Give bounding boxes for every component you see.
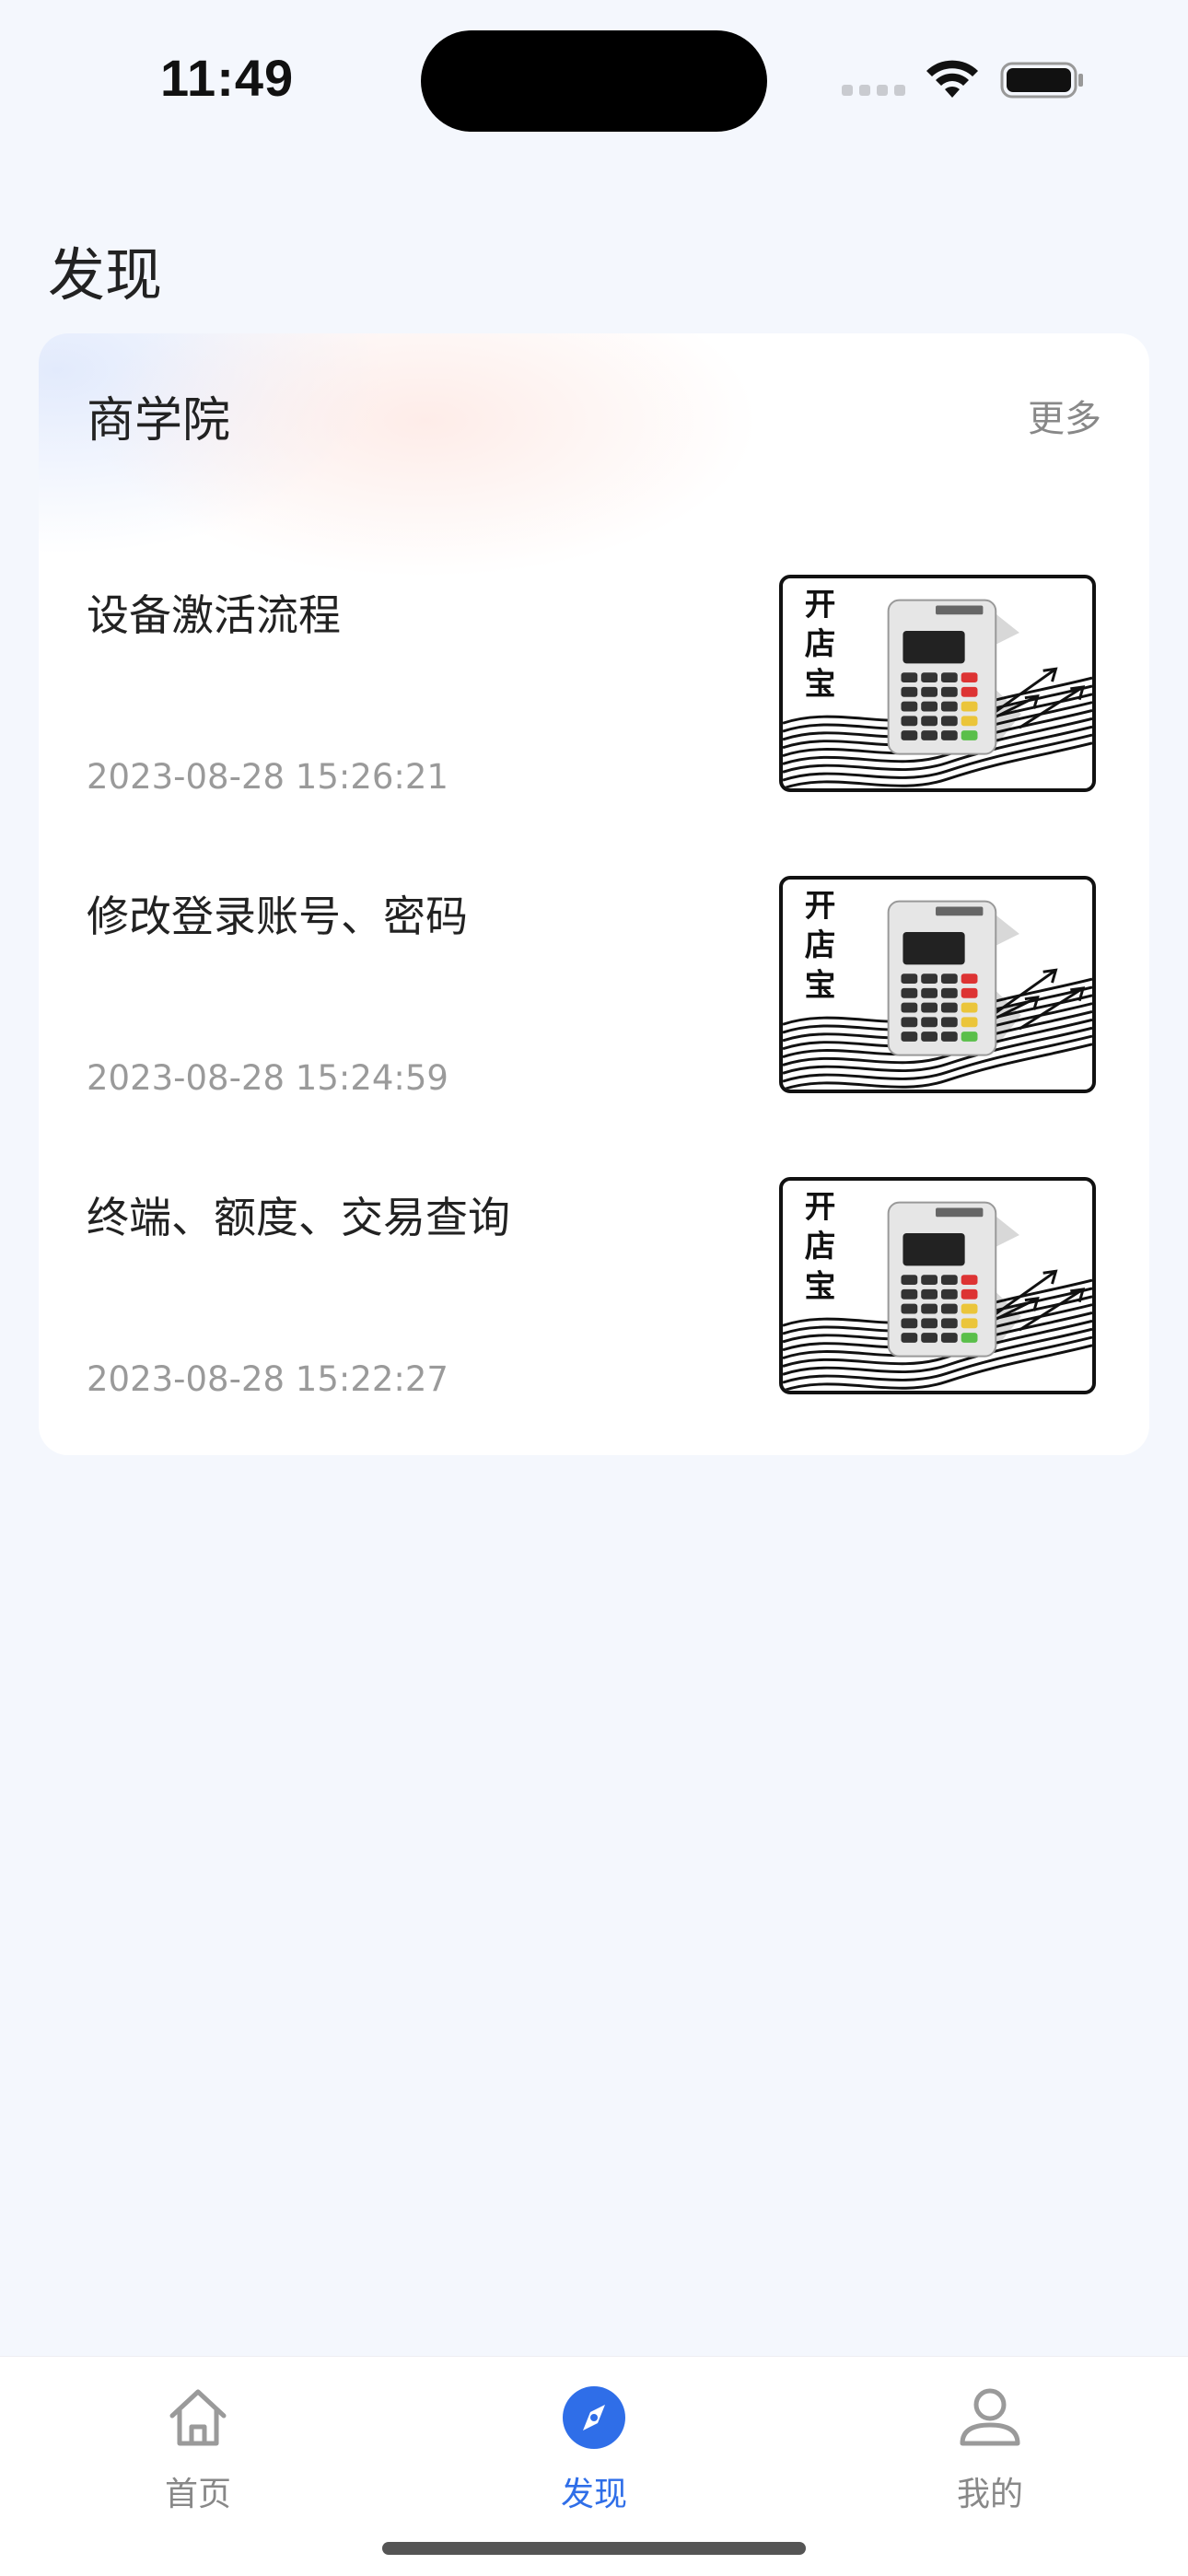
home-icon — [169, 2389, 227, 2446]
tab-home[interactable]: 首页 — [106, 2384, 290, 2513]
article-item[interactable]: 修改登录账号、密码 2023-08-28 15:24:59 开店宝 — [39, 876, 1149, 1113]
svg-text:店: 店 — [805, 1229, 836, 1265]
svg-text:宝: 宝 — [805, 666, 836, 702]
svg-text:宝: 宝 — [805, 967, 836, 1003]
article-time: 2023-08-28 15:24:59 — [87, 1058, 448, 1098]
article-thumbnail: 开店宝 — [779, 876, 1096, 1093]
svg-text:开: 开 — [805, 887, 836, 923]
status-time: 11:49 — [160, 49, 295, 107]
svg-text:开: 开 — [805, 1188, 836, 1224]
svg-text:店: 店 — [805, 626, 836, 662]
svg-text:店: 店 — [805, 927, 836, 963]
article-item[interactable]: 终端、额度、交易查询 2023-08-28 15:22:27 开店宝 — [39, 1177, 1149, 1415]
article-title: 修改登录账号、密码 — [87, 892, 468, 941]
article-title: 设备激活流程 — [87, 590, 341, 640]
user-icon — [960, 2388, 1020, 2446]
dynamic-island — [421, 30, 767, 132]
article-item[interactable]: 设备激活流程 2023-08-28 15:26:21 开店宝 — [39, 575, 1149, 812]
tab-discover[interactable]: 发现 — [502, 2384, 686, 2513]
section-title: 商学院 — [87, 393, 231, 449]
home-indicator — [382, 2542, 806, 2555]
tab-label: 我的 — [956, 2476, 1023, 2513]
article-thumbnail: 开店宝 — [779, 1177, 1096, 1394]
battery-icon — [1000, 62, 1083, 99]
more-link[interactable]: 更多 — [1028, 389, 1101, 442]
article-title: 终端、额度、交易查询 — [87, 1193, 510, 1242]
page-title: 发现 — [48, 241, 163, 309]
tab-mine[interactable]: 我的 — [898, 2384, 1082, 2513]
svg-text:开: 开 — [805, 586, 836, 622]
compass-icon — [563, 2386, 625, 2449]
article-thumbnail: 开店宝 — [779, 575, 1096, 792]
wifi-icon — [926, 60, 978, 98]
article-time: 2023-08-28 15:22:27 — [87, 1359, 448, 1399]
tab-label: 发现 — [560, 2476, 627, 2513]
svg-text:宝: 宝 — [805, 1268, 836, 1304]
tab-label: 首页 — [164, 2476, 231, 2513]
business-school-card: 商学院 更多 设备激活流程 2023-08-28 15:26:21 开店宝 修改… — [39, 333, 1149, 1455]
article-time: 2023-08-28 15:26:21 — [87, 757, 448, 797]
cellular-signal-icon — [842, 85, 906, 98]
